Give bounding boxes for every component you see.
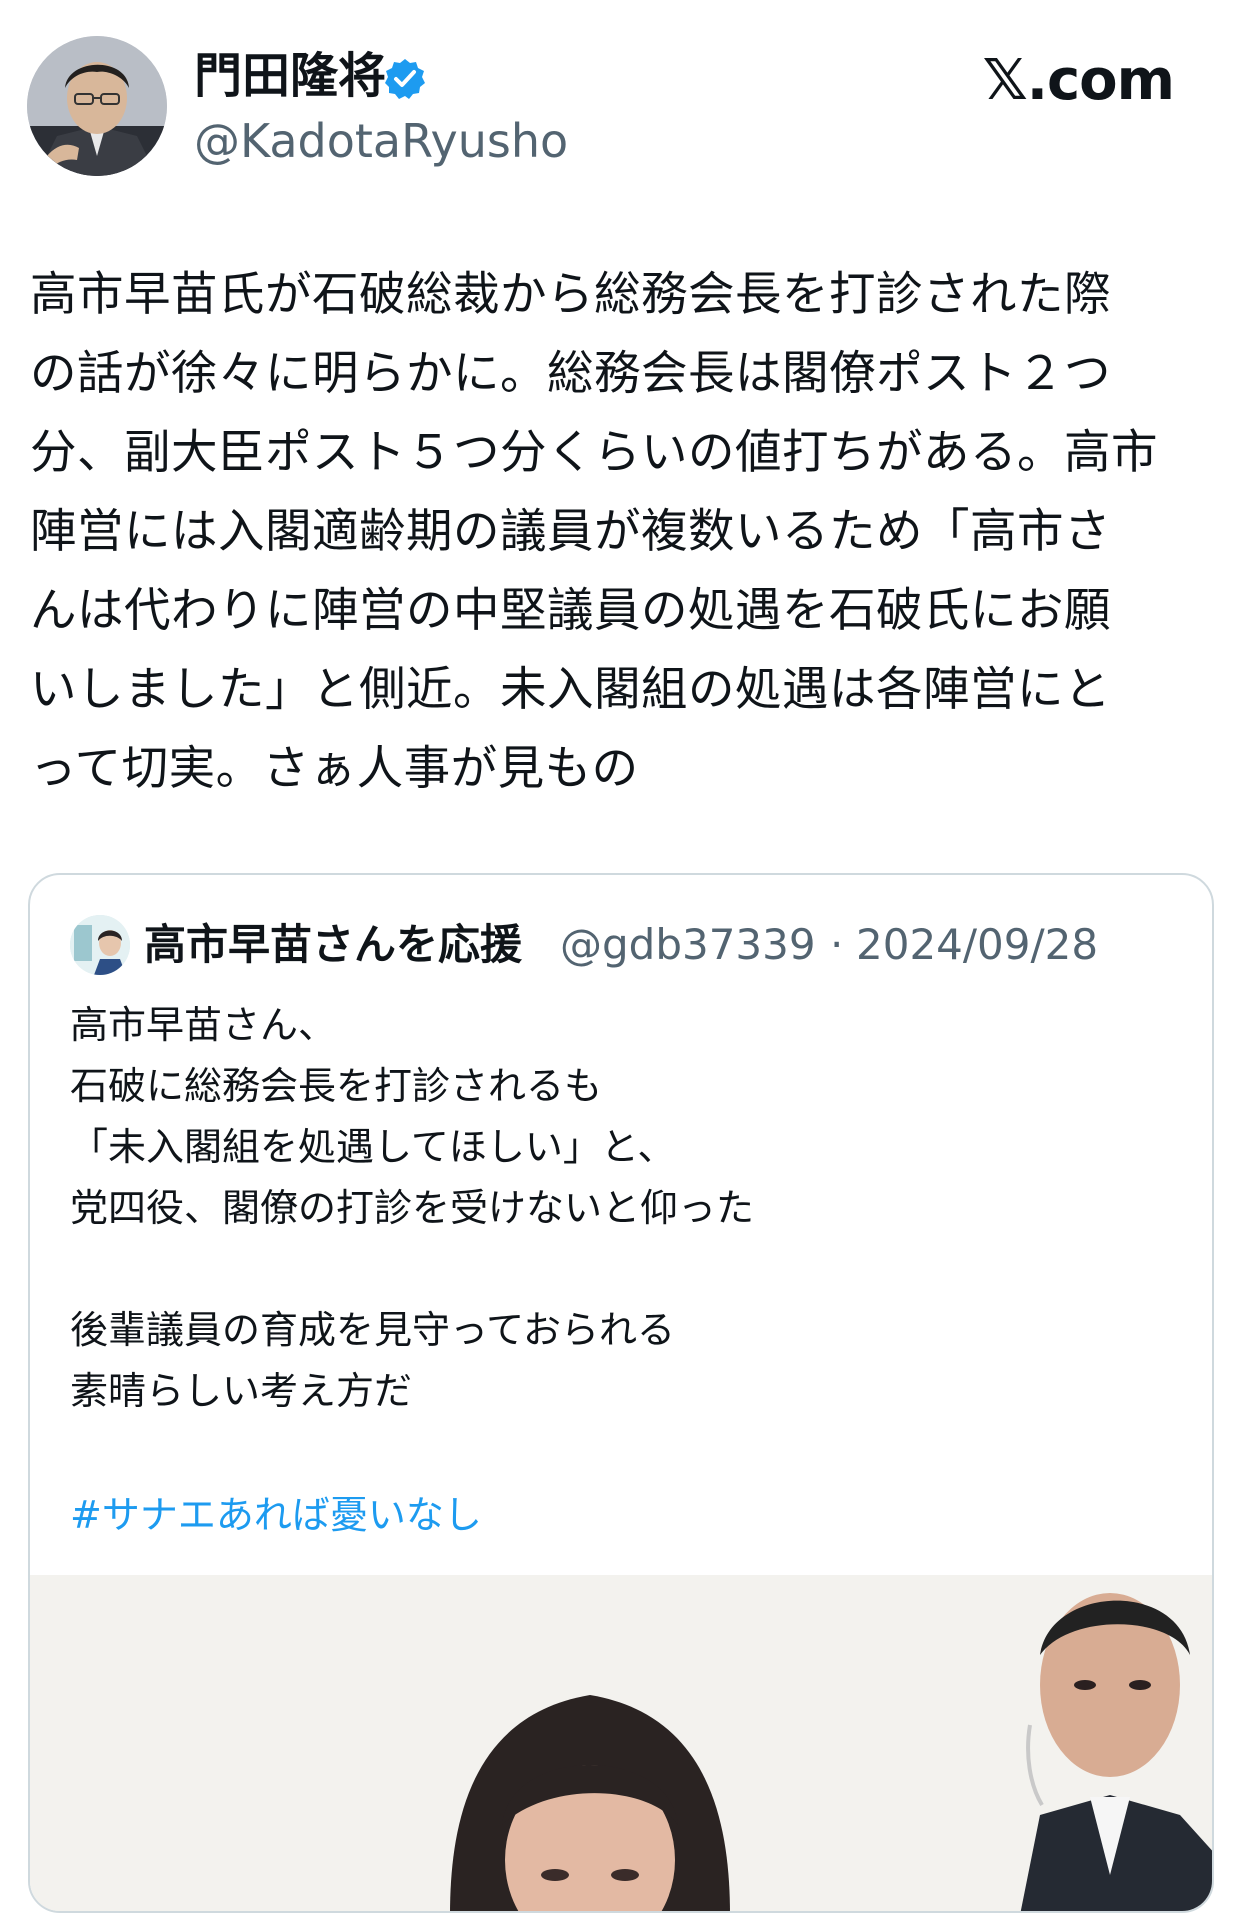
quote-author-handle[interactable]: @gdb37339 xyxy=(560,917,816,973)
post-text: 高市早苗氏が石破総裁から総務会長を打診された際 の話が徐々に明らかに。総務会長は… xyxy=(30,267,1158,795)
photo-image xyxy=(30,1575,1212,1911)
author-avatar[interactable] xyxy=(27,36,167,176)
quote-author-name[interactable]: 高市早苗さんを応援 xyxy=(144,917,522,973)
hashtag-link[interactable]: #サナエあれば憂いなし xyxy=(70,1487,482,1543)
quote-avatar-icon xyxy=(70,915,130,975)
quote-media-image[interactable] xyxy=(30,1575,1212,1911)
verified-badge-icon xyxy=(383,57,427,101)
person-avatar-icon xyxy=(27,36,167,176)
x-logo: 𝕏.com xyxy=(982,48,1175,113)
meta-separator: · xyxy=(830,920,844,969)
quote-text: 高市早苗さん、 石破に総務会長を打診されるも 「未入閣組を処遇してほしい」と、 … xyxy=(70,1003,755,1413)
author-handle[interactable]: @KadotaRyusho xyxy=(194,113,568,169)
quote-date[interactable]: 2024/09/28 xyxy=(856,917,1098,973)
quoted-post[interactable]: 高市早苗さんを応援 @gdb37339 · 2024/09/28 高市早苗さん、… xyxy=(28,873,1214,1913)
quote-author-avatar[interactable] xyxy=(70,915,130,975)
author-display-name[interactable]: 門田隆将 xyxy=(194,46,386,106)
